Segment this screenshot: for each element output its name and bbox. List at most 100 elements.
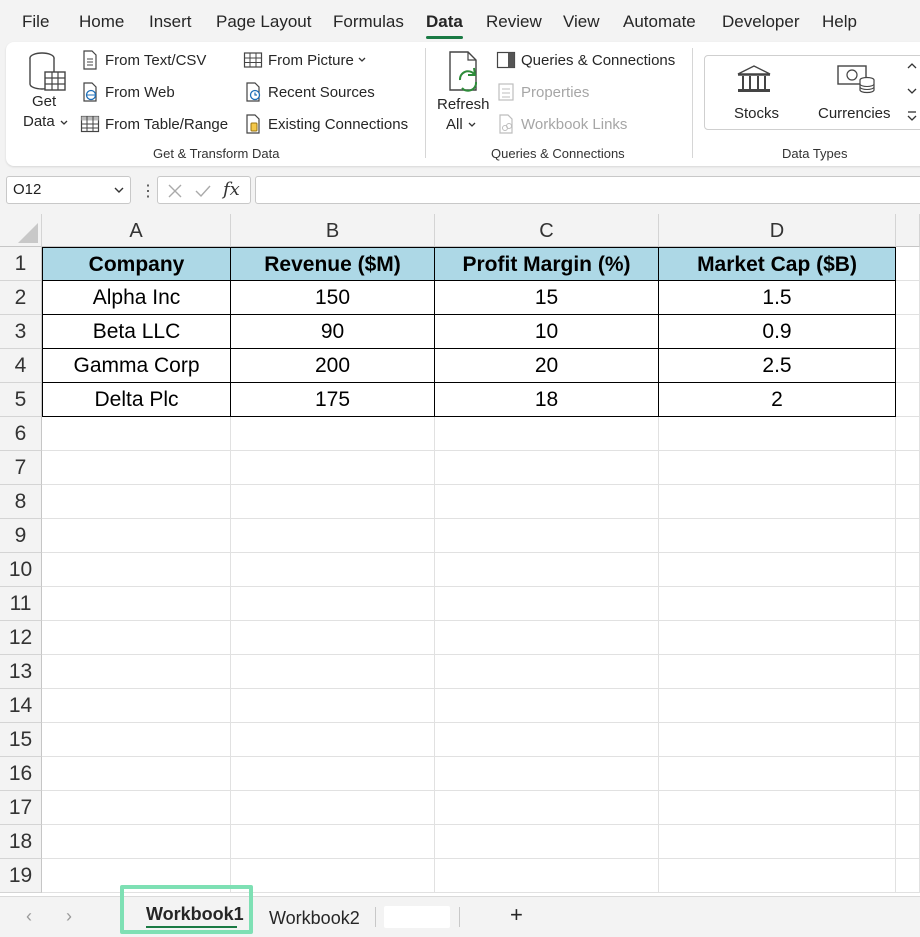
- menu-tab-insert[interactable]: Insert: [149, 12, 192, 32]
- column-header-c[interactable]: C: [435, 214, 659, 247]
- gallery-scroll-down-icon[interactable]: [905, 82, 919, 100]
- table-header-cell-c1[interactable]: Profit Margin (%): [435, 247, 659, 281]
- cell-c5[interactable]: 18: [435, 383, 659, 417]
- cell-d10[interactable]: [659, 553, 896, 587]
- cell-c4[interactable]: 20: [435, 349, 659, 383]
- cell-d18[interactable]: [659, 825, 896, 859]
- cell-b12[interactable]: [231, 621, 435, 655]
- row-header-3[interactable]: 3: [0, 315, 42, 349]
- menu-tab-home[interactable]: Home: [79, 12, 124, 32]
- cell-a9[interactable]: [42, 519, 231, 553]
- cell-e14[interactable]: [896, 689, 920, 723]
- cell-e5[interactable]: [896, 383, 920, 417]
- from-text-csv-button[interactable]: From Text/CSV: [80, 50, 206, 70]
- menu-tab-help[interactable]: Help: [822, 12, 857, 32]
- cell-b10[interactable]: [231, 553, 435, 587]
- cell-b13[interactable]: [231, 655, 435, 689]
- cell-c15[interactable]: [435, 723, 659, 757]
- row-header-6[interactable]: 6: [0, 417, 42, 451]
- cell-b15[interactable]: [231, 723, 435, 757]
- queries-connections-button[interactable]: Queries & Connections: [496, 50, 675, 70]
- cell-b14[interactable]: [231, 689, 435, 723]
- cell-a16[interactable]: [42, 757, 231, 791]
- cell-d5[interactable]: 2: [659, 383, 896, 417]
- cell-b9[interactable]: [231, 519, 435, 553]
- cell-a13[interactable]: [42, 655, 231, 689]
- cell-b7[interactable]: [231, 451, 435, 485]
- stocks-button[interactable]: Stocks: [718, 60, 790, 126]
- cell-b4[interactable]: 200: [231, 349, 435, 383]
- cell-c17[interactable]: [435, 791, 659, 825]
- cell-c13[interactable]: [435, 655, 659, 689]
- sheet-nav-prev-icon[interactable]: ‹: [26, 906, 32, 927]
- sheet-nav-next-icon[interactable]: ›: [66, 906, 72, 927]
- cell-a2[interactable]: Alpha Inc: [42, 281, 231, 315]
- cell-c9[interactable]: [435, 519, 659, 553]
- cell-e11[interactable]: [896, 587, 920, 621]
- cell-e19[interactable]: [896, 859, 920, 893]
- cell-c11[interactable]: [435, 587, 659, 621]
- existing-connections-button[interactable]: Existing Connections: [243, 114, 408, 134]
- from-table-range-button[interactable]: From Table/Range: [80, 114, 228, 134]
- row-header-12[interactable]: 12: [0, 621, 42, 655]
- cell-c19[interactable]: [435, 859, 659, 893]
- cell-d8[interactable]: [659, 485, 896, 519]
- column-header-b[interactable]: B: [231, 214, 435, 247]
- gallery-scroll-up-icon[interactable]: [905, 57, 919, 75]
- cell-a17[interactable]: [42, 791, 231, 825]
- cancel-icon[interactable]: [165, 181, 185, 201]
- cell-b11[interactable]: [231, 587, 435, 621]
- select-all-corner[interactable]: [0, 214, 42, 247]
- column-header-a[interactable]: A: [42, 214, 231, 247]
- cell-a3[interactable]: Beta LLC: [42, 315, 231, 349]
- menu-tab-page-layout[interactable]: Page Layout: [216, 12, 311, 32]
- menu-tab-formulas[interactable]: Formulas: [333, 12, 404, 32]
- cell-e12[interactable]: [896, 621, 920, 655]
- cell-b2[interactable]: 150: [231, 281, 435, 315]
- cell-d16[interactable]: [659, 757, 896, 791]
- cell-c8[interactable]: [435, 485, 659, 519]
- cell-a5[interactable]: Delta Plc: [42, 383, 231, 417]
- cell-e7[interactable]: [896, 451, 920, 485]
- sheet-tab-workbook2[interactable]: Workbook2: [269, 908, 360, 929]
- row-header-17[interactable]: 17: [0, 791, 42, 825]
- menu-tab-review[interactable]: Review: [486, 12, 542, 32]
- cell-e17[interactable]: [896, 791, 920, 825]
- cell-b17[interactable]: [231, 791, 435, 825]
- menu-tab-view[interactable]: View: [563, 12, 600, 32]
- cell-c18[interactable]: [435, 825, 659, 859]
- cell-d14[interactable]: [659, 689, 896, 723]
- cell-c3[interactable]: 10: [435, 315, 659, 349]
- cell-a12[interactable]: [42, 621, 231, 655]
- cell-e1[interactable]: [896, 247, 920, 281]
- row-header-11[interactable]: 11: [0, 587, 42, 621]
- workbook-links-button[interactable]: Workbook Links: [496, 114, 627, 134]
- cell-c2[interactable]: 15: [435, 281, 659, 315]
- cell-d12[interactable]: [659, 621, 896, 655]
- cell-d7[interactable]: [659, 451, 896, 485]
- sheet-tab-hidden[interactable]: [384, 906, 450, 928]
- table-header-cell-d1[interactable]: Market Cap ($B): [659, 247, 896, 281]
- cell-b6[interactable]: [231, 417, 435, 451]
- cell-c16[interactable]: [435, 757, 659, 791]
- properties-button[interactable]: Properties: [496, 82, 589, 102]
- cell-d13[interactable]: [659, 655, 896, 689]
- menu-tab-file[interactable]: File: [22, 12, 49, 32]
- cell-a10[interactable]: [42, 553, 231, 587]
- cell-a14[interactable]: [42, 689, 231, 723]
- row-header-8[interactable]: 8: [0, 485, 42, 519]
- cell-d15[interactable]: [659, 723, 896, 757]
- row-header-5[interactable]: 5: [0, 383, 42, 417]
- from-web-button[interactable]: From Web: [80, 82, 175, 102]
- cell-b19[interactable]: [231, 859, 435, 893]
- cell-c12[interactable]: [435, 621, 659, 655]
- add-sheet-button[interactable]: +: [510, 902, 523, 928]
- cell-b3[interactable]: 90: [231, 315, 435, 349]
- cell-b5[interactable]: 175: [231, 383, 435, 417]
- name-box[interactable]: O12: [6, 176, 131, 204]
- cell-a18[interactable]: [42, 825, 231, 859]
- row-header-7[interactable]: 7: [0, 451, 42, 485]
- row-header-19[interactable]: 19: [0, 859, 42, 893]
- cell-d2[interactable]: 1.5: [659, 281, 896, 315]
- cell-d6[interactable]: [659, 417, 896, 451]
